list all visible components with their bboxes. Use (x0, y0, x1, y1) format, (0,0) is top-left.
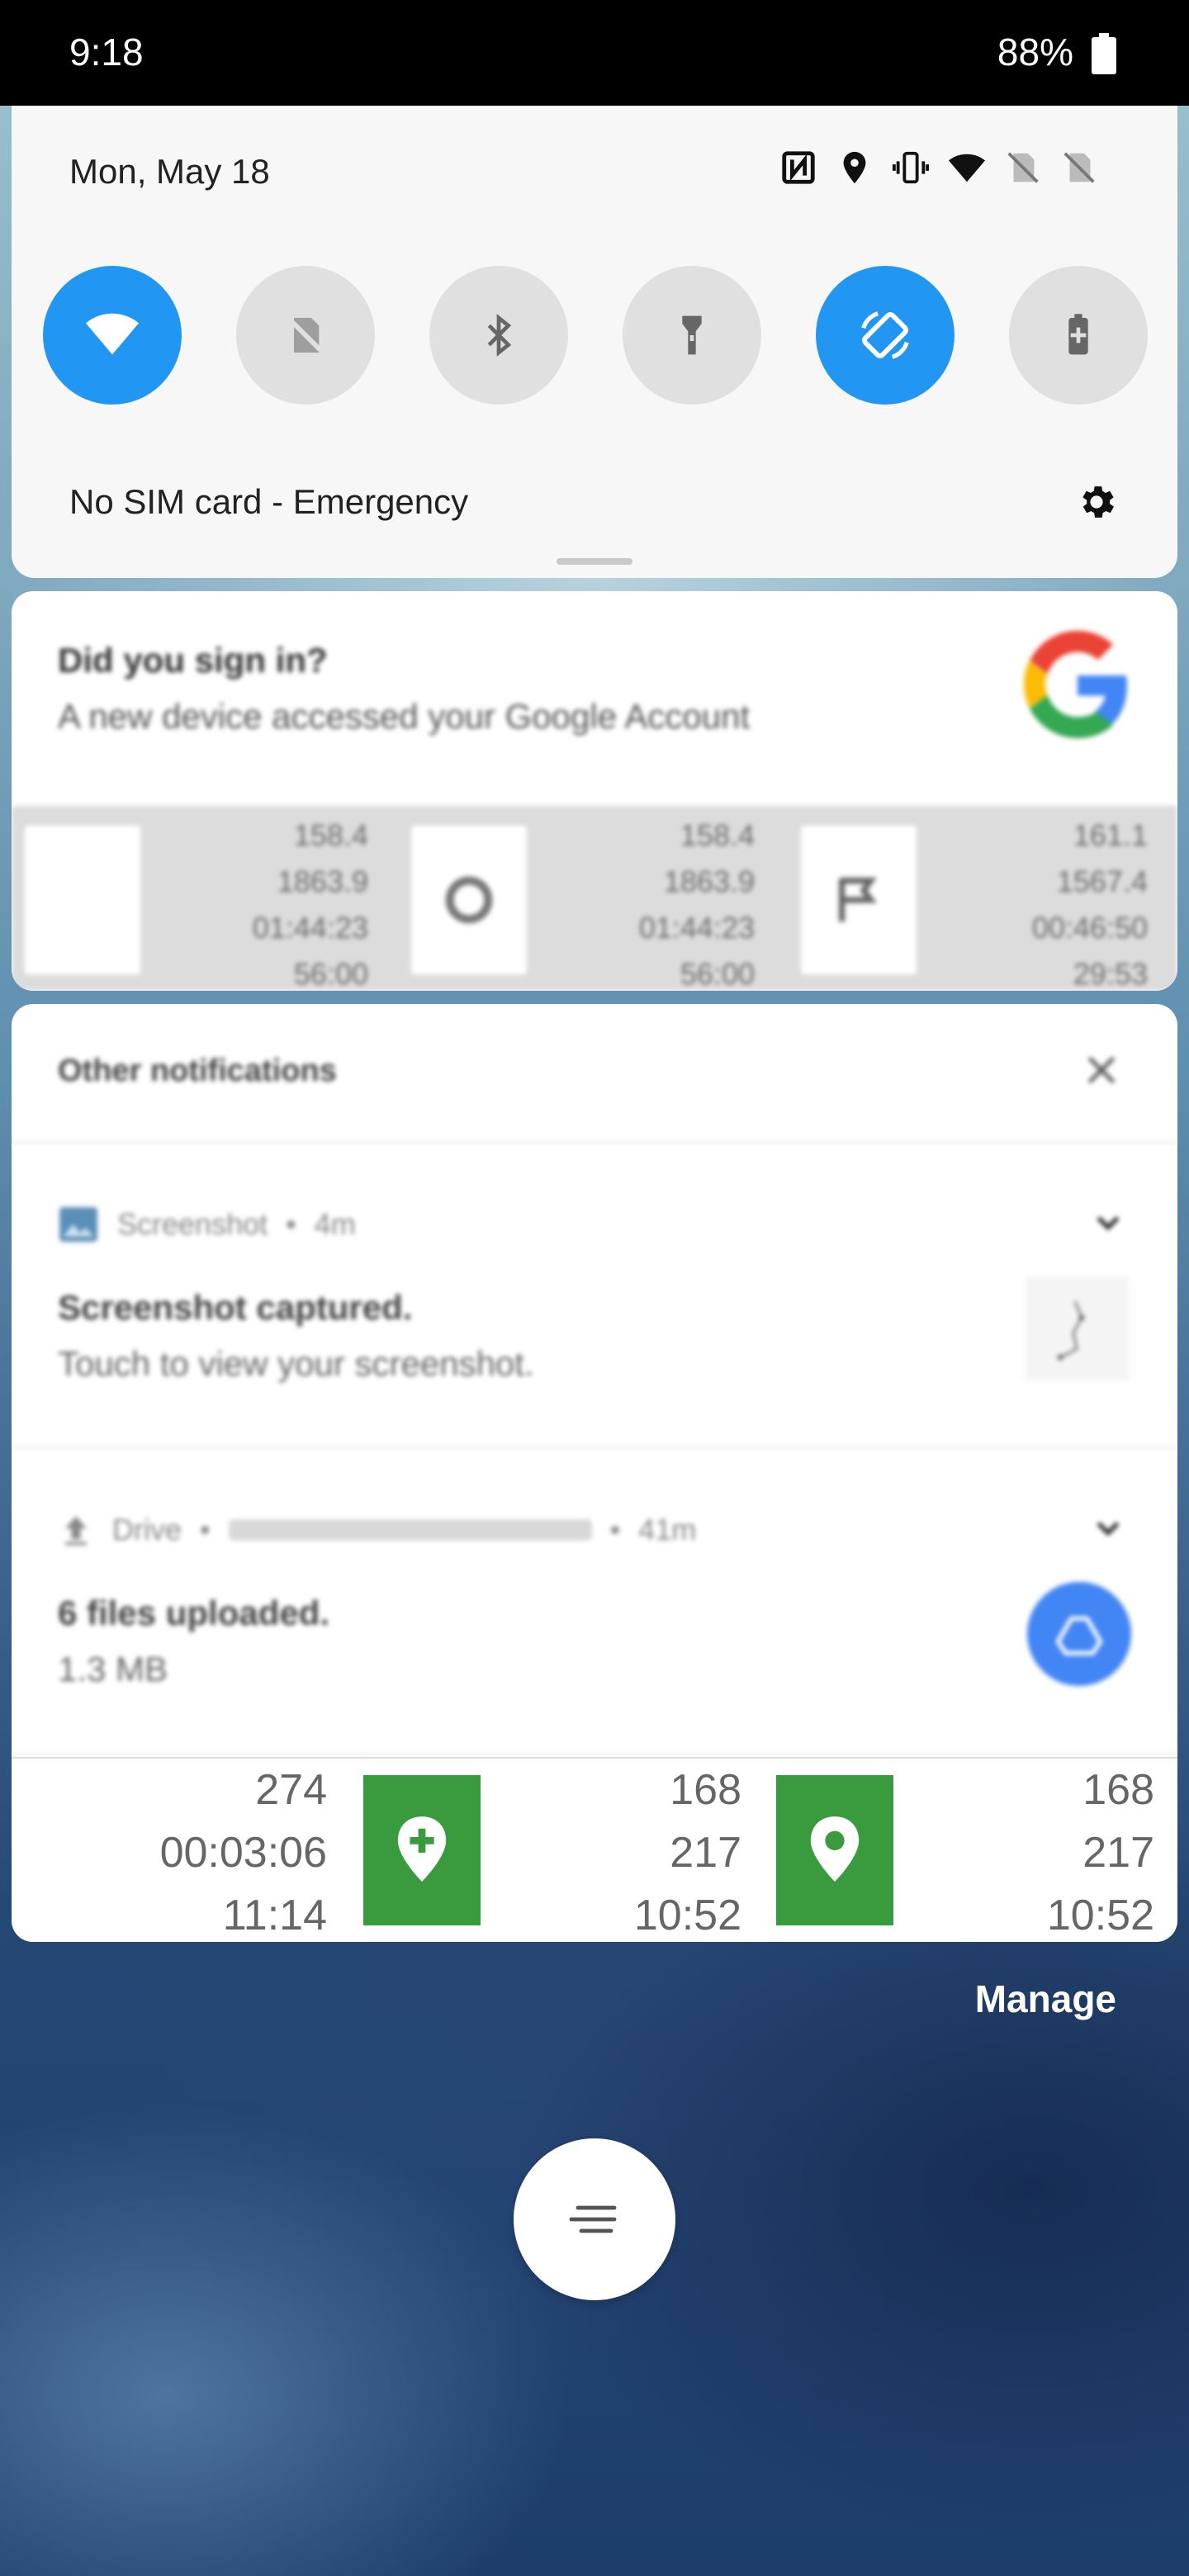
clock: 9:18 (69, 31, 144, 73)
status-bar: 9:18 88% (0, 0, 1189, 106)
no-sim-icon (286, 315, 325, 355)
battery-icon (1092, 33, 1116, 74)
list-lines-icon (569, 2205, 617, 2233)
bluetooth-icon (487, 314, 512, 357)
divider (12, 1447, 1177, 1448)
date-label: Mon, May 18 (69, 152, 270, 191)
divider (12, 1754, 1177, 1755)
divider (12, 1141, 1177, 1143)
map-preview-icon (1058, 1300, 1084, 1360)
track-stats-strip[interactable]: 274 00:03:06 11:14 168 217 10:52 168 217… (12, 1757, 1177, 1942)
bluetooth-tile[interactable] (429, 266, 568, 405)
circle-icon (445, 876, 493, 924)
rotate-icon (861, 311, 909, 359)
stats-column: 274 00:03:06 11:14 (159, 1766, 327, 1939)
wifi-icon (85, 313, 140, 355)
notification-body: A new device accessed your Google Accoun… (58, 697, 751, 736)
google-notification-content: Did you sign in? A new device accessed y… (12, 591, 1177, 991)
group-header: Other notifications (58, 1054, 337, 1088)
no-sim-icon (1007, 152, 1039, 183)
vibrate-icon (892, 151, 930, 184)
google-logo-icon (1024, 631, 1127, 738)
notification-title: 6 files uploaded. (58, 1593, 330, 1632)
no-sim-icon (1063, 152, 1095, 183)
thumbnail (25, 826, 140, 974)
location-box[interactable] (776, 1775, 893, 1925)
notification-history-button[interactable] (514, 2138, 675, 2300)
separator: • (609, 1513, 621, 1546)
stats-column: 168 217 10:52 (1046, 1766, 1154, 1939)
app-name: Drive (112, 1513, 182, 1546)
mobile-data-tile[interactable] (236, 266, 375, 405)
notification-body: Touch to view your screenshot. (58, 1344, 534, 1383)
chevron-down-icon[interactable] (1092, 1205, 1125, 1238)
wifi-tile[interactable] (43, 266, 182, 405)
sim-status: No SIM card - Emergency (69, 482, 469, 521)
upload-icon (65, 1516, 87, 1546)
drive-button[interactable] (1027, 1582, 1131, 1686)
location-icon (843, 151, 866, 184)
notification-title: Did you sign in? (58, 641, 328, 680)
close-icon[interactable] (1083, 1052, 1120, 1088)
google-signin-notification[interactable]: Did you sign in? A new device accessed y… (12, 591, 1177, 991)
image-icon (59, 1207, 97, 1242)
manage-button[interactable]: Manage (975, 1977, 1116, 2021)
stats-column: 158.4 1863.9 01:44:23 56:00 (638, 818, 755, 991)
quick-settings-panel: Mon, May 18 No SIM card - Emergency (12, 106, 1177, 578)
drive-icon (1056, 1616, 1102, 1655)
battery-percentage: 88% (997, 31, 1073, 73)
stats-column: 161.1 1567.4 00:46:50 29:53 (1031, 818, 1148, 991)
add-location-pin-icon (397, 1816, 447, 1882)
stats-strip: 158.4 1863.9 01:44:23 56:00 158.4 1863.9… (12, 806, 1177, 991)
flag-marker-box (801, 826, 917, 974)
battery-saver-tile[interactable] (1009, 266, 1148, 405)
app-name: Screenshot (117, 1207, 268, 1241)
status-icons (779, 149, 1098, 187)
auto-rotate-tile[interactable] (816, 266, 955, 405)
stats-column: 158.4 1863.9 01:44:23 56:00 (252, 818, 368, 991)
drag-handle[interactable] (557, 558, 632, 565)
notification-title: Screenshot captured. (58, 1288, 413, 1327)
notification-time: 41m (638, 1513, 697, 1546)
redacted-account (228, 1519, 592, 1541)
wifi-icon (948, 154, 986, 182)
circle-marker-box (411, 826, 527, 974)
screenshot-thumbnail[interactable] (1026, 1276, 1130, 1380)
flashlight-tile[interactable] (623, 266, 761, 405)
notification-body: 1.3 MB (58, 1650, 168, 1688)
separator: • (200, 1513, 211, 1546)
location-pin-icon (810, 1816, 860, 1882)
nfc-icon (782, 151, 815, 184)
battery-saver-icon (1068, 314, 1088, 355)
notification-time: 4m (314, 1207, 356, 1241)
drive-app-row: Drive • • 41m (58, 1511, 696, 1549)
separator: • (286, 1207, 296, 1241)
chevron-down-icon[interactable] (1092, 1511, 1125, 1544)
settings-gear-icon[interactable] (1075, 481, 1118, 523)
flashlight-icon (682, 315, 702, 355)
stats-column: 168 217 10:52 (633, 1766, 741, 1939)
flag-icon (838, 878, 877, 922)
screenshot-app-row: Screenshot • 4m (58, 1205, 356, 1243)
add-location-box[interactable] (363, 1775, 481, 1925)
